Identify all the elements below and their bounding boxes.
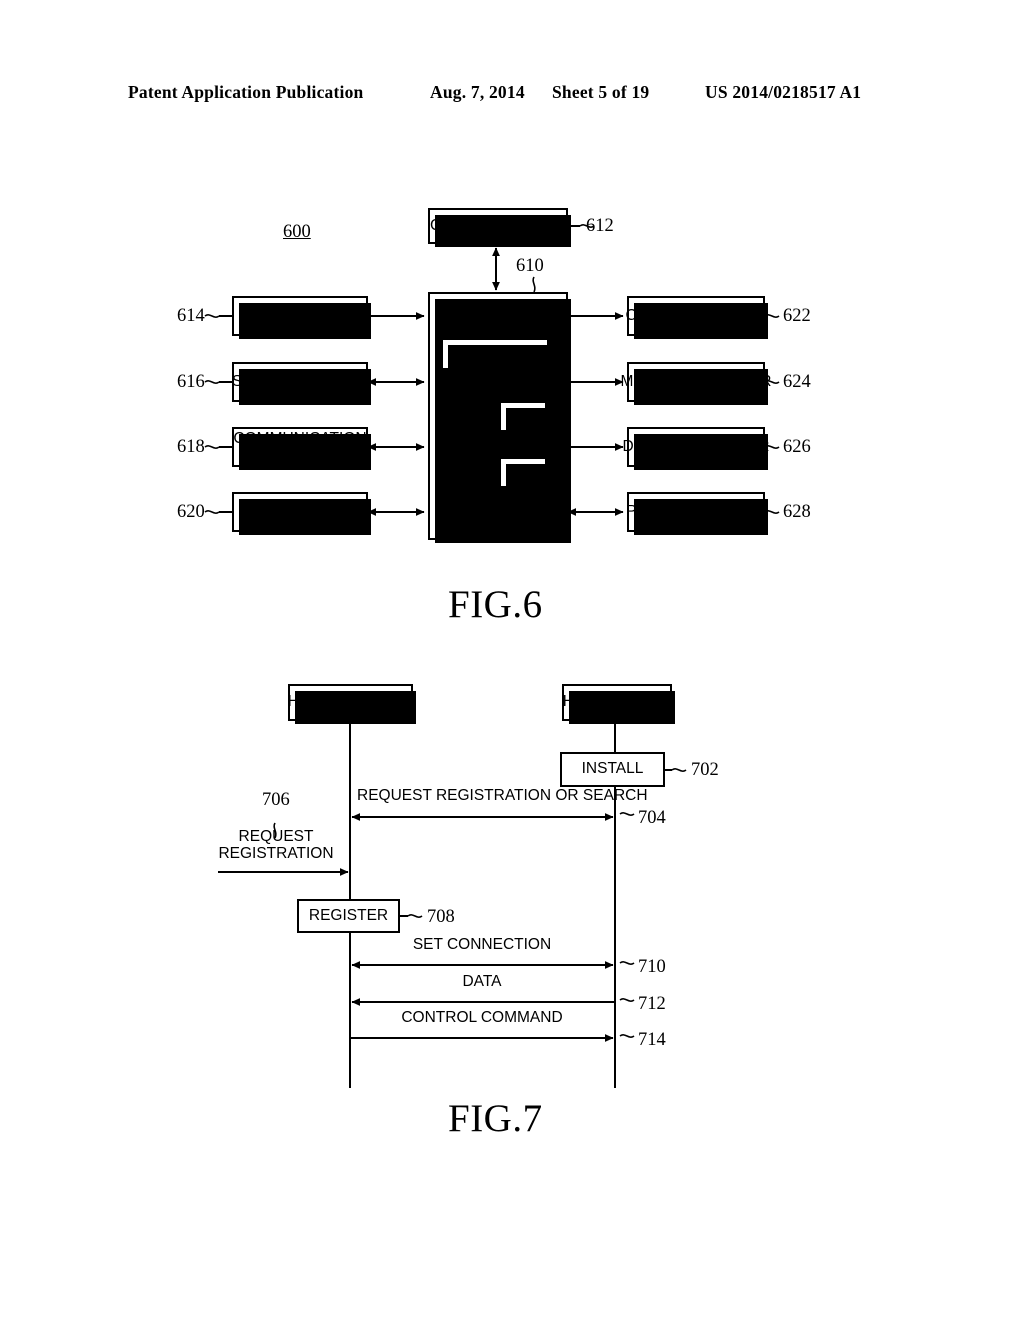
- lifeline-home-device[interactable]: HOME DEVICE: [562, 684, 675, 724]
- block-user-if[interactable]: USER I/F: [232, 296, 371, 339]
- block-storage-unit-label: STORAGE UNIT: [242, 502, 358, 520]
- message-request-registration-or-search: REQUEST REGISTRATION OR SEARCH: [357, 787, 648, 804]
- block-sensor-module[interactable]: SENSOR MODULE: [231, 362, 371, 405]
- step-register-label: REGISTER: [308, 906, 389, 924]
- figure-6-diagram: 600 CAMERA MODULE 612 CONTROLLER 610 CPU…: [0, 0, 1024, 600]
- ref-624: 624: [783, 372, 811, 392]
- lifeline-home-gateway-label: HOME GATEWAY: [287, 693, 414, 711]
- block-camera-module-label: CAMERA MODULE: [429, 216, 567, 234]
- message-request-registration-line1: REQUEST: [238, 828, 314, 845]
- block-movement-motor[interactable]: MOVEMENT MOTOR: [621, 362, 772, 405]
- figure-7-connectors: [218, 720, 687, 1088]
- block-ram[interactable]: RAM: [499, 457, 550, 491]
- step-register[interactable]: REGISTER: [297, 899, 400, 933]
- ref-600: 600: [283, 222, 311, 242]
- block-cpu[interactable]: CPU: [441, 338, 552, 373]
- message-set-connection: SET CONNECTION: [412, 936, 552, 953]
- ref-612: 612: [586, 216, 614, 236]
- ref-708: 708: [427, 907, 455, 927]
- ref-628: 628: [783, 502, 811, 522]
- block-direction-motor-label: DIRECTION MOTOR: [622, 437, 770, 455]
- block-cleaning-motor-label: CLEANING MOTOR: [625, 306, 767, 324]
- ref-704: 704: [638, 808, 666, 828]
- ref-610: 610: [516, 256, 544, 276]
- ref-616: 616: [177, 372, 205, 392]
- ref-710: 710: [638, 957, 666, 977]
- block-cleaning-motor[interactable]: CLEANING MOTOR: [625, 296, 768, 339]
- figure-6-caption: FIG.6: [448, 583, 543, 626]
- block-ram-label: RAM: [505, 463, 541, 481]
- step-install[interactable]: INSTALL: [560, 752, 665, 787]
- block-power-supplier[interactable]: POWER SUPPLIER: [626, 492, 768, 535]
- block-movement-motor-label: MOVEMENT MOTOR: [620, 372, 772, 390]
- block-user-if-label: USER I/F: [267, 306, 333, 324]
- block-rom[interactable]: ROM: [499, 401, 550, 435]
- ref-712: 712: [638, 994, 666, 1014]
- figure-7-caption: FIG.7: [448, 1097, 543, 1140]
- block-storage-unit[interactable]: STORAGE UNIT: [232, 492, 371, 535]
- lifeline-home-device-label: HOME DEVICE: [562, 693, 672, 711]
- block-direction-motor[interactable]: DIRECTION MOTOR: [623, 427, 769, 470]
- block-power-supplier-label: POWER SUPPLIER: [626, 502, 766, 520]
- ref-706: 706: [262, 790, 290, 810]
- block-cpu-label: CPU: [478, 344, 512, 362]
- ref-626: 626: [783, 437, 811, 457]
- block-rom-label: ROM: [504, 407, 542, 425]
- message-data: DATA: [462, 973, 502, 990]
- ref-618: 618: [177, 437, 205, 457]
- block-communication-module[interactable]: COMMUNICATION MODULE: [232, 427, 371, 470]
- block-communication-module-label-line2: MODULE: [266, 446, 334, 463]
- block-sensor-module-label: SENSOR MODULE: [231, 372, 369, 390]
- ref-620: 620: [177, 502, 205, 522]
- block-controller-label: CONTROLLER: [445, 299, 551, 316]
- message-request-registration-line2: REGISTRATION: [218, 845, 334, 862]
- figure-7-diagram: HOME GATEWAY HOME DEVICE INSTALL 702 REQ…: [0, 660, 1024, 1100]
- block-camera-module[interactable]: CAMERA MODULE: [428, 208, 571, 247]
- ref-714: 714: [638, 1030, 666, 1050]
- message-control-command: CONTROL COMMAND: [401, 1009, 563, 1026]
- ref-622: 622: [783, 306, 811, 326]
- ref-702: 702: [691, 760, 719, 780]
- ref-614: 614: [177, 306, 205, 326]
- block-communication-module-label-line1: COMMUNICATION: [233, 429, 367, 447]
- lifeline-home-gateway[interactable]: HOME GATEWAY: [287, 684, 416, 724]
- step-install-label: INSTALL: [581, 760, 644, 778]
